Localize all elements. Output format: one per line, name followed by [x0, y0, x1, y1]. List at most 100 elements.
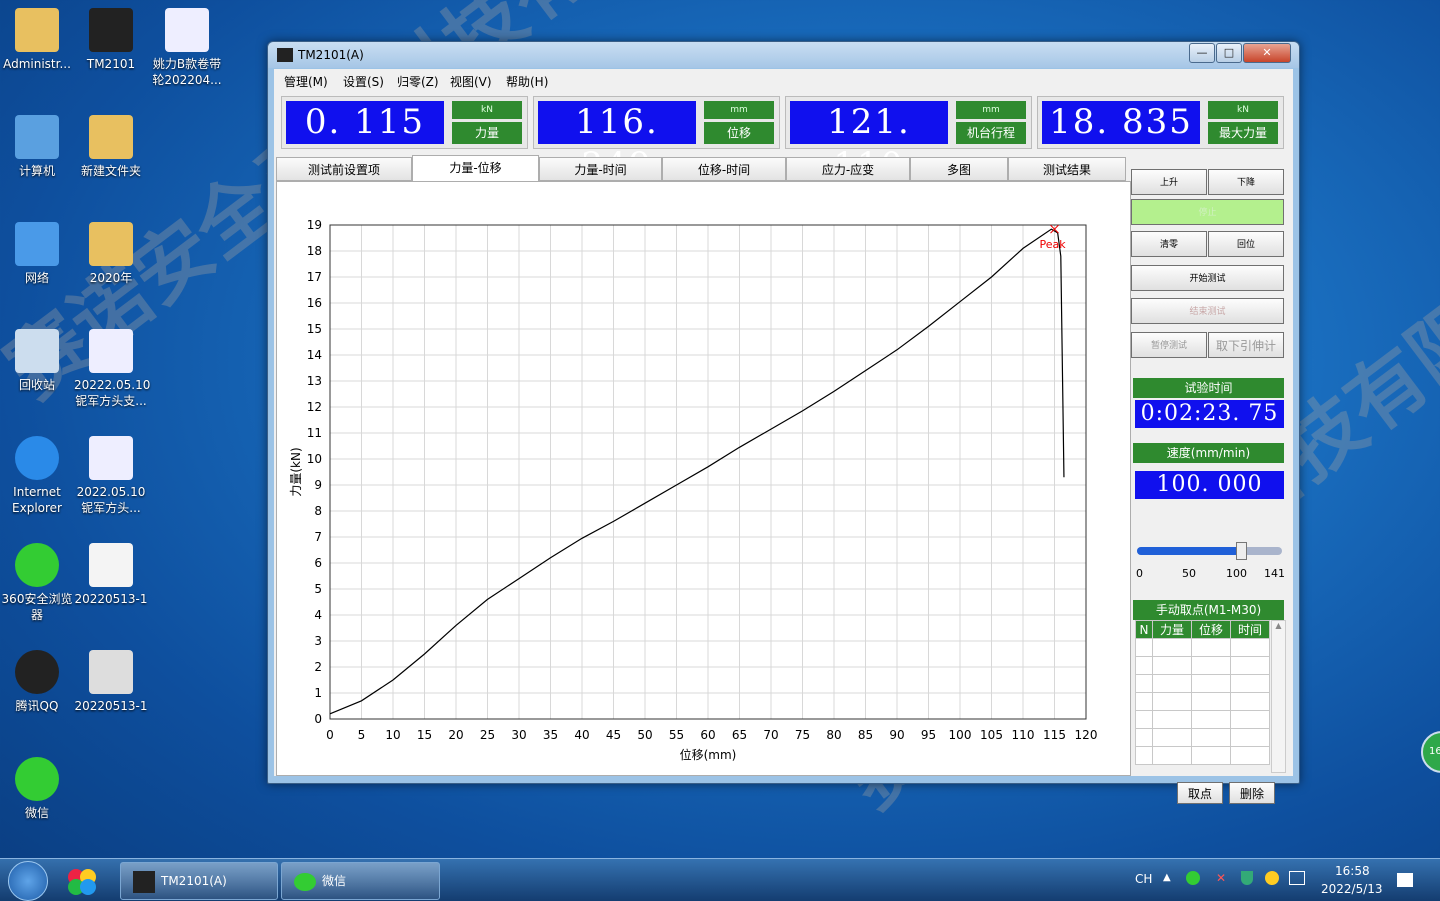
tab-force-time[interactable]: 力量-时间 [539, 157, 662, 181]
table-cell [1152, 746, 1192, 765]
table-row[interactable] [1135, 692, 1270, 711]
table-cell [1191, 674, 1231, 693]
tab-strip: 测试前设置项 力量-位移 力量-时间 位移-时间 应力-应变 多图 测试结果 [276, 155, 1131, 182]
desktop-icon[interactable]: 回收站 [0, 329, 74, 393]
plus-tray-icon[interactable] [1265, 871, 1279, 885]
table-row[interactable] [1135, 746, 1270, 765]
up-button[interactable]: 上升 [1131, 169, 1207, 195]
x-tick-label: 25 [480, 728, 495, 742]
pause-test-button[interactable]: 暂停测试 [1131, 332, 1207, 358]
y-tick-label: 2 [314, 660, 322, 674]
start-test-button[interactable]: 开始测试 [1131, 265, 1284, 291]
speed-slider-fill [1137, 547, 1240, 555]
table-scrollbar[interactable]: ▲ [1271, 620, 1286, 773]
start-button[interactable] [8, 861, 48, 901]
network-tray-icon[interactable] [1289, 871, 1305, 885]
desktop-icon[interactable]: 新建文件夹 [74, 115, 148, 179]
speed-slider[interactable] [1137, 542, 1282, 560]
desktop-icon[interactable]: Internet Explorer [0, 436, 74, 516]
desktop-icon[interactable]: Administr... [0, 8, 74, 72]
return-button[interactable]: 回位 [1208, 231, 1284, 257]
tab-stress-strain[interactable]: 应力-应变 [786, 157, 910, 181]
security-shield-icon[interactable] [1241, 871, 1253, 885]
menu-help[interactable]: 帮助(H) [506, 73, 548, 90]
desktop-icon[interactable]: 20220513-1 [74, 543, 148, 607]
desktop-icon[interactable]: 网络 [0, 222, 74, 286]
folder-icon [89, 115, 133, 159]
document-icon [89, 543, 133, 587]
desktop-icon[interactable]: TM2101 [74, 8, 148, 72]
slider-tick: 100 [1226, 567, 1247, 580]
clock-date[interactable]: 2022/5/13 [1321, 882, 1383, 896]
down-button[interactable]: 下降 [1208, 169, 1284, 195]
window-client: 管理(M) 设置(S) 归零(Z) 视图(V) 帮助(H) 0. 115 kN … [274, 69, 1293, 804]
x-tick-label: 120 [1075, 728, 1098, 742]
manual-points-table[interactable]: N 力量 位移 时间 [1135, 620, 1270, 765]
table-row[interactable] [1135, 728, 1270, 747]
desktop-icon[interactable]: 2022.05.10铌军方头... [74, 436, 148, 516]
desktop-icon[interactable]: 微信 [0, 757, 74, 821]
maximize-button[interactable]: □ [1216, 43, 1242, 63]
slider-tick: 141 [1264, 567, 1285, 580]
title-bar[interactable]: TM2101(A) — □ ✕ [268, 42, 1299, 68]
y-axis-label: 力量(kN) [289, 447, 303, 496]
tab-test-results[interactable]: 测试结果 [1008, 157, 1126, 181]
menu-view[interactable]: 视图(V) [450, 73, 492, 90]
table-row[interactable] [1135, 710, 1270, 729]
wechat-tray-icon[interactable] [1186, 871, 1200, 885]
tab-force-displacement[interactable]: 力量-位移 [412, 155, 539, 182]
browser-360-icon [15, 543, 59, 587]
ime-indicator[interactable]: CH [1135, 872, 1152, 886]
desktop-icon[interactable]: 腾讯QQ [0, 650, 74, 714]
menu-manage[interactable]: 管理(M) [284, 73, 328, 90]
x-tick-label: 105 [980, 728, 1003, 742]
x-tick-label: 80 [826, 728, 841, 742]
tab-multi-chart[interactable]: 多图 [910, 157, 1008, 181]
table-cell [1135, 674, 1153, 693]
tab-pre-test-settings[interactable]: 测试前设置项 [276, 157, 412, 181]
force-displacement-chart[interactable]: 0 5 10 15 20 25 30 35 40 45 50 55 60 65 70 75 80 85 90 95 10… [277, 182, 1130, 775]
delete-button[interactable]: 删除 [1229, 782, 1275, 804]
app-icon [277, 48, 293, 62]
desktop-icon[interactable]: 计算机 [0, 115, 74, 179]
y-tick-label: 15 [307, 322, 322, 336]
table-cell [1152, 674, 1192, 693]
table-cell [1191, 710, 1231, 729]
clear-button[interactable]: 清零 [1131, 231, 1207, 257]
table-cell [1191, 656, 1231, 675]
taskbar-item-wechat[interactable]: 微信 [281, 862, 440, 900]
volume-muted-icon[interactable]: ✕ [1216, 871, 1226, 885]
take-point-button[interactable]: 取点 [1177, 782, 1223, 804]
tab-displacement-time[interactable]: 位移-时间 [662, 157, 786, 181]
menu-settings[interactable]: 设置(S) [343, 73, 384, 90]
desktop-icon[interactable]: 20220513-1 [74, 650, 148, 714]
show-hidden-icons[interactable]: ▲ [1163, 872, 1171, 883]
desktop-icon[interactable]: 20222.05.10铌军方头支... [74, 329, 150, 409]
desktop-icon[interactable]: 姚力B款卷带轮202204... [150, 8, 224, 88]
table-row[interactable] [1135, 656, 1270, 675]
table-cell [1135, 638, 1153, 657]
desktop-icon[interactable]: 360安全浏览器 [0, 543, 74, 623]
travel-unit: mm [956, 101, 1026, 119]
stop-button[interactable]: 停止 [1131, 199, 1284, 225]
speed-slider-thumb[interactable] [1235, 542, 1247, 560]
desktop-icon-label: 微信 [24, 806, 49, 820]
action-center-icon[interactable] [1397, 873, 1413, 887]
minimize-button[interactable]: — [1189, 43, 1215, 63]
speed-value[interactable]: 100. 000 [1135, 471, 1284, 499]
side-badge[interactable]: 16 [1421, 731, 1440, 773]
force-value: 0. 115 [286, 101, 444, 144]
readout-force: 0. 115 kN 力量 [281, 96, 528, 149]
table-row[interactable] [1135, 638, 1270, 657]
taskbar-item-tm2101[interactable]: TM2101(A) [120, 862, 278, 900]
end-test-button[interactable]: 结束测试 [1131, 298, 1284, 324]
ie-icon [15, 436, 59, 480]
table-row[interactable] [1135, 674, 1270, 693]
close-button[interactable]: ✕ [1243, 43, 1291, 63]
clock-time[interactable]: 16:58 [1335, 864, 1370, 878]
slider-tick: 0 [1136, 567, 1143, 580]
pinned-app-icon[interactable] [62, 865, 102, 897]
menu-zero[interactable]: 归零(Z) [397, 73, 439, 90]
desktop-icon[interactable]: 2020年 [74, 222, 148, 286]
remove-extensometer-button[interactable]: 取下引伸计 [1208, 332, 1284, 358]
